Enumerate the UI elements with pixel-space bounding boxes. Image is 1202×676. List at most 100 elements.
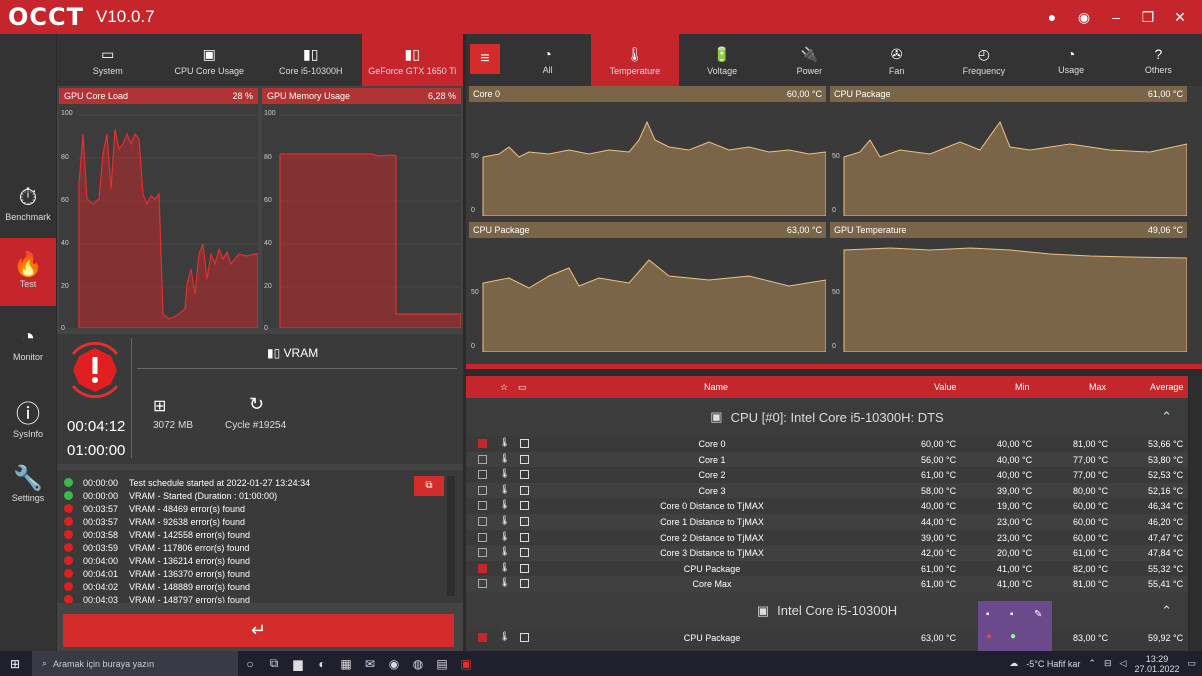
- system-tray: ☁ -5°C Hafif kar ⌃ ⊟ ◁ 13:29 27.01.2022 ▭: [1009, 651, 1196, 676]
- nav-monitor[interactable]: ◔ Monitor: [0, 312, 56, 380]
- table-row[interactable]: 🌡 Core Max 61,00 °C 41,00 °C 81,00 °C 55,41 °…: [466, 576, 1188, 592]
- table-row[interactable]: 🌡 Core 2 Distance to TjMAX 39,00 °C 23,00 °…: [466, 529, 1188, 546]
- file-explorer-icon[interactable]: ▆: [286, 657, 310, 671]
- tab-all[interactable]: ◔ All: [504, 34, 591, 86]
- clock[interactable]: 13:29 27.01.2022: [1134, 654, 1179, 674]
- tab-cpu-core-usage[interactable]: ▣ CPU Core Usage: [159, 34, 261, 86]
- nav-sysinfo[interactable]: ⓘ SysInfo: [0, 382, 56, 450]
- pen-icon[interactable]: ✎: [1034, 609, 1042, 620]
- table-row[interactable]: 🌡 Core 3 Distance to TjMAX 42,00 °C 20,00 °…: [466, 545, 1188, 561]
- tab-fan[interactable]: ✇ Fan: [853, 34, 940, 86]
- chart-header: CPU Package 61,00 °C: [830, 86, 1187, 102]
- tab-label: System: [92, 66, 123, 76]
- col-value[interactable]: Value: [934, 382, 956, 392]
- fan-icon: ✇: [890, 46, 903, 62]
- mic-icon[interactable]: ●: [986, 631, 992, 642]
- taskbar-search[interactable]: ⌕ Aramak için buraya yazın: [32, 651, 238, 676]
- thermometer-icon: 🌡: [625, 46, 644, 62]
- start-stop-button[interactable]: ↵: [63, 614, 454, 647]
- col-max[interactable]: Max: [1089, 382, 1106, 392]
- hamburger-menu-button[interactable]: ≡: [470, 44, 500, 74]
- col-average[interactable]: Average: [1150, 382, 1183, 392]
- minimize-button[interactable]: –: [1100, 9, 1132, 25]
- tab-gtx-1650ti[interactable]: ▮▯ GeForce GTX 1650 Ti: [361, 34, 463, 86]
- info-button[interactable]: ●: [1036, 9, 1068, 25]
- occt-taskbar-icon[interactable]: ▣: [454, 657, 478, 671]
- stopwatch-icon: ⏱: [18, 184, 38, 211]
- gauge-icon: ◔: [20, 324, 36, 351]
- mail-icon[interactable]: ✉: [358, 657, 382, 671]
- tray-chevron-icon[interactable]: ⌃: [1088, 658, 1096, 669]
- tab-system[interactable]: ▭ System: [57, 34, 159, 86]
- table-row[interactable]: 🌡 CPU Package 61,00 °C 41,00 °C 82,00 °C 55,3…: [466, 560, 1188, 577]
- network-icon[interactable]: ⊟: [1104, 658, 1112, 669]
- elapsed-time: 00:04:12: [67, 418, 126, 435]
- tab-others[interactable]: ? Others: [1115, 34, 1202, 86]
- favorite-star-icon[interactable]: ☆: [500, 382, 508, 393]
- resize-divider[interactable]: [466, 364, 1202, 369]
- table-row[interactable]: 🌡 Core 2 61,00 °C 40,00 °C 77,00 °C 52,53 °C: [466, 467, 1188, 483]
- nav-test[interactable]: 🔥 Test: [0, 238, 56, 306]
- log-message: VRAM - 136214 error(s) found: [129, 555, 251, 566]
- copy-log-button[interactable]: ⧉: [414, 476, 444, 496]
- app-icon[interactable]: ▤: [430, 657, 454, 671]
- tab-frequency[interactable]: ◴ Frequency: [940, 34, 1027, 86]
- chart-title: CPU Package: [834, 89, 891, 99]
- group-header[interactable]: ▣ Intel Core i5-10300H ⌃: [466, 591, 1188, 630]
- chip-icon: ⊞: [153, 398, 167, 415]
- monitor-icon[interactable]: ▭: [518, 382, 527, 393]
- temperature-area: [482, 259, 827, 353]
- app-tray-icon[interactable]: ▪: [1010, 609, 1014, 620]
- sensor-max: 81,00 °C: [1073, 579, 1109, 590]
- log-entry: 00:00:00 VRAM - Started (Duration : 01:00…: [57, 489, 463, 502]
- volume-icon[interactable]: ◁: [1120, 658, 1127, 669]
- log-entry: 00:04:03 VRAM - 148797 error(s) found: [57, 593, 463, 603]
- nav-benchmark[interactable]: ⏱ Benchmark: [0, 172, 56, 240]
- collapse-chevron-icon[interactable]: ⌃: [1161, 603, 1172, 619]
- tab-voltage[interactable]: 🔋 Voltage: [679, 34, 766, 86]
- table-row[interactable]: 🌡 Core 1 56,00 °C 40,00 °C 77,00 °C 53,80 °C: [466, 451, 1188, 468]
- sensor-value: 39,00 °C: [921, 532, 957, 543]
- error-icon: [64, 517, 73, 526]
- log-scrollbar[interactable]: [447, 476, 455, 596]
- collapse-chevron-icon[interactable]: ⌃: [1161, 409, 1172, 425]
- tab-temperature[interactable]: 🌡 Temperature: [591, 34, 679, 86]
- weather-text[interactable]: -5°C Hafif kar: [1026, 659, 1080, 669]
- test-status-area: 00:04:12 01:00:00 ▮▯ VRAM ⊞ 3072 MB ↻ Cy…: [57, 334, 463, 464]
- col-name[interactable]: Name: [704, 382, 728, 392]
- app-tray-icon-2[interactable]: ●: [1010, 631, 1016, 642]
- table-row[interactable]: 🌡 Core 3 58,00 °C 39,00 °C 80,00 °C 52,16 °C: [466, 482, 1188, 499]
- table-scrollbar[interactable]: [1190, 376, 1202, 651]
- gpu-memory-area: [279, 153, 461, 328]
- edge-icon[interactable]: ◐: [310, 657, 334, 671]
- nav-settings[interactable]: 🔧 Settings: [0, 452, 56, 520]
- test-duration: 01:00:00: [67, 442, 126, 459]
- sensor-average: 59,92 °C: [1148, 632, 1184, 643]
- log-message: Test schedule started at 2022-01-27 13:2…: [129, 477, 311, 488]
- close-button[interactable]: ✕: [1164, 9, 1196, 26]
- tab-core-i5[interactable]: ▮▯ Core i5-10300H: [260, 34, 362, 86]
- sensor-value: 56,00 °C: [921, 454, 957, 465]
- maximize-button[interactable]: ❐: [1132, 9, 1164, 26]
- col-min[interactable]: Min: [1015, 382, 1030, 392]
- chrome-icon[interactable]: ◉: [382, 657, 406, 671]
- table-row[interactable]: 🌡 CPU Package 63,00 °C 83,00 °C 59,92 °C: [466, 629, 1188, 646]
- cortana-icon[interactable]: ○: [238, 657, 262, 671]
- app-logo: OCCT: [8, 3, 84, 31]
- task-view-icon[interactable]: ⧉: [262, 656, 286, 671]
- discord-icon[interactable]: ◍: [406, 657, 430, 671]
- notification-icon[interactable]: ▭: [1187, 658, 1196, 669]
- table-row[interactable]: 🌡 Core 0 60,00 °C 40,00 °C 81,00 °C 53,66 °C: [466, 436, 1188, 452]
- screenshot-button[interactable]: ◉: [1068, 9, 1100, 26]
- tab-label: All: [542, 65, 553, 75]
- log-message: VRAM - 142558 error(s) found: [129, 529, 251, 540]
- windows-start-icon[interactable]: ⊞: [10, 657, 20, 671]
- table-row[interactable]: 🌡 Core 1 Distance to TjMAX 44,00 °C 23,00 °…: [466, 513, 1188, 530]
- store-icon[interactable]: ▦: [334, 657, 358, 671]
- tab-power[interactable]: 🔌 Power: [766, 34, 853, 86]
- sensor-value: 58,00 °C: [921, 485, 957, 496]
- table-row[interactable]: 🌡 Core 0 Distance to TjMAX 40,00 °C 19,00 °…: [466, 498, 1188, 514]
- nvidia-icon[interactable]: ▪: [986, 609, 990, 620]
- tab-usage[interactable]: ◔ Usage: [1028, 34, 1115, 86]
- group-header[interactable]: ▣ CPU [#0]: Intel Core i5-10300H: DTS ⌃: [466, 398, 1188, 436]
